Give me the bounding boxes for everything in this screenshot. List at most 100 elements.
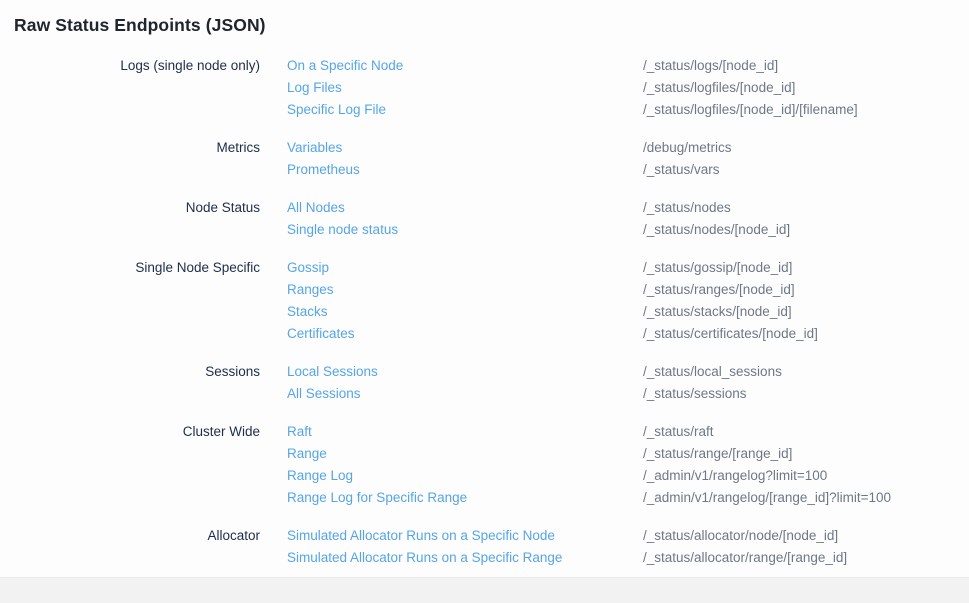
page-title: Raw Status Endpoints (JSON) (14, 13, 969, 37)
endpoint-link[interactable]: Ranges (287, 282, 334, 297)
endpoint-link[interactable]: Local Sessions (287, 364, 378, 379)
endpoint-row: Single Node Specific Gossip /_status/gossi… (14, 257, 969, 279)
endpoint-link[interactable]: Variables (287, 140, 342, 155)
category-label (14, 77, 260, 99)
endpoint-row: Cluster Wide Raft /_status/raft (14, 421, 969, 443)
endpoint-row: Prometheus /_status/vars (14, 159, 969, 181)
endpoint-row: Certificates /_status/certificates/[node_… (14, 323, 969, 345)
endpoint-link[interactable]: On a Specific Node (287, 58, 403, 73)
endpoint-link-cell: All Nodes (260, 197, 643, 219)
endpoint-row: Logs (single node only) On a Specific Nod… (14, 55, 969, 77)
endpoint-row: Ranges /_status/ranges/[node_id] (14, 279, 969, 301)
endpoint-link-cell: Certificates (260, 323, 643, 345)
endpoint-path: /_status/ranges/[node_id] (643, 279, 969, 301)
endpoint-path: /_status/vars (643, 159, 969, 181)
endpoint-link[interactable]: Gossip (287, 260, 329, 275)
endpoint-row: Range /_status/range/[range_id] (14, 443, 969, 465)
endpoint-path: /_admin/v1/rangelog?limit=100 (643, 465, 969, 487)
endpoint-link[interactable]: Specific Log File (287, 102, 386, 117)
category-label (14, 279, 260, 301)
endpoint-row: Range Log for Specific Range /_admin/v1/r… (14, 487, 969, 509)
category-label (14, 487, 260, 509)
endpoint-path: /_admin/v1/rangelog/[range_id]?limit=100 (643, 487, 969, 509)
endpoint-path: /_status/sessions (643, 383, 969, 405)
endpoint-path: /_status/logfiles/[node_id] (643, 77, 969, 99)
endpoint-link-cell: Gossip (260, 257, 643, 279)
category-label: Single Node Specific (14, 257, 260, 279)
endpoint-link-cell: Simulated Allocator Runs on a Specific N… (260, 525, 643, 547)
endpoint-row: Stacks /_status/stacks/[node_id] (14, 301, 969, 323)
endpoint-section: Sessions Local Sessions /_status/local_ses… (14, 361, 969, 405)
endpoint-link[interactable]: Single node status (287, 222, 398, 237)
category-label (14, 323, 260, 345)
endpoint-link[interactable]: Simulated Allocator Runs on a Specific N… (287, 528, 555, 543)
category-label: Node Status (14, 197, 260, 219)
endpoint-path: /_status/certificates/[node_id] (643, 323, 969, 345)
endpoint-link-cell: Single node status (260, 219, 643, 241)
endpoint-link[interactable]: Simulated Allocator Runs on a Specific R… (287, 550, 562, 565)
category-label: Sessions (14, 361, 260, 383)
endpoint-link-cell: Ranges (260, 279, 643, 301)
endpoint-row: Sessions Local Sessions /_status/local_ses… (14, 361, 969, 383)
category-label (14, 219, 260, 241)
endpoint-link[interactable]: All Nodes (287, 200, 345, 215)
endpoint-path: /_status/nodes/[node_id] (643, 219, 969, 241)
endpoint-link-cell: Raft (260, 421, 643, 443)
category-label (14, 301, 260, 323)
endpoint-link[interactable]: Stacks (287, 304, 328, 319)
endpoint-link[interactable]: All Sessions (287, 386, 361, 401)
category-label: Cluster Wide (14, 421, 260, 443)
debug-endpoints-page: Raw Status Endpoints (JSON) Logs (single… (0, 0, 969, 603)
endpoint-row: Node Status All Nodes /_status/nodes (14, 197, 969, 219)
category-label (14, 547, 260, 569)
endpoint-link-cell: Variables (260, 137, 643, 159)
category-label (14, 99, 260, 121)
footer-strip (0, 577, 969, 603)
endpoint-path: /_status/allocator/range/[range_id] (643, 547, 969, 569)
endpoint-path: /_status/stacks/[node_id] (643, 301, 969, 323)
endpoint-path: /_status/logs/[node_id] (643, 55, 969, 77)
endpoint-path: /_status/allocator/node/[node_id] (643, 525, 969, 547)
endpoint-table: Logs (single node only) On a Specific Nod… (14, 55, 969, 569)
endpoint-section: Single Node Specific Gossip /_status/gossi… (14, 257, 969, 345)
endpoint-row: Log Files /_status/logfiles/[node_id] (14, 77, 969, 99)
endpoint-section: Node StatusAll Nodes/_status/nodesSingle… (14, 197, 969, 241)
endpoint-link[interactable]: Raft (287, 424, 312, 439)
category-label (14, 159, 260, 181)
category-label (14, 383, 260, 405)
endpoint-row: Range Log /_admin/v1/rangelog?limit=100 (14, 465, 969, 487)
endpoint-link-cell: Stacks (260, 301, 643, 323)
category-label: Logs (single node only) (14, 55, 260, 77)
endpoint-link-cell: Range (260, 443, 643, 465)
endpoint-row: All Sessions /_status/sessions (14, 383, 969, 405)
endpoint-link[interactable]: Range Log (287, 468, 353, 483)
endpoint-section: Allocator Simulated Allocator Runs on a S… (14, 525, 969, 569)
endpoint-path: /_status/nodes (643, 197, 969, 219)
endpoint-link-cell: Prometheus (260, 159, 643, 181)
endpoint-path: /_status/range/[range_id] (643, 443, 969, 465)
endpoint-link[interactable]: Log Files (287, 80, 342, 95)
endpoint-path: /_status/logfiles/[node_id]/[filename] (643, 99, 969, 121)
endpoint-link-cell: Local Sessions (260, 361, 643, 383)
endpoint-row: Allocator Simulated Allocator Runs on a S… (14, 525, 969, 547)
endpoint-path: /_status/raft (643, 421, 969, 443)
endpoint-section: Cluster Wide Raft /_status/raft Range /_stat… (14, 421, 969, 509)
category-label: Allocator (14, 525, 260, 547)
endpoint-path: /_status/local_sessions (643, 361, 969, 383)
endpoint-row: Simulated Allocator Runs on a Specific R… (14, 547, 969, 569)
endpoint-link-cell: Log Files (260, 77, 643, 99)
endpoint-path: /_status/gossip/[node_id] (643, 257, 969, 279)
endpoint-link[interactable]: Certificates (287, 326, 355, 341)
category-label: Metrics (14, 137, 260, 159)
endpoint-link-cell: Simulated Allocator Runs on a Specific R… (260, 547, 643, 569)
endpoint-row: Single node status /_status/nodes/[node_i… (14, 219, 969, 241)
endpoint-link[interactable]: Prometheus (287, 162, 360, 177)
endpoint-link-cell: Range Log (260, 465, 643, 487)
endpoint-link-cell: On a Specific Node (260, 55, 643, 77)
endpoint-link[interactable]: Range Log for Specific Range (287, 490, 467, 505)
endpoint-link-cell: Range Log for Specific Range (260, 487, 643, 509)
endpoint-link-cell: Specific Log File (260, 99, 643, 121)
endpoint-link-cell: All Sessions (260, 383, 643, 405)
endpoint-path: /debug/metrics (643, 137, 969, 159)
endpoint-link[interactable]: Range (287, 446, 327, 461)
